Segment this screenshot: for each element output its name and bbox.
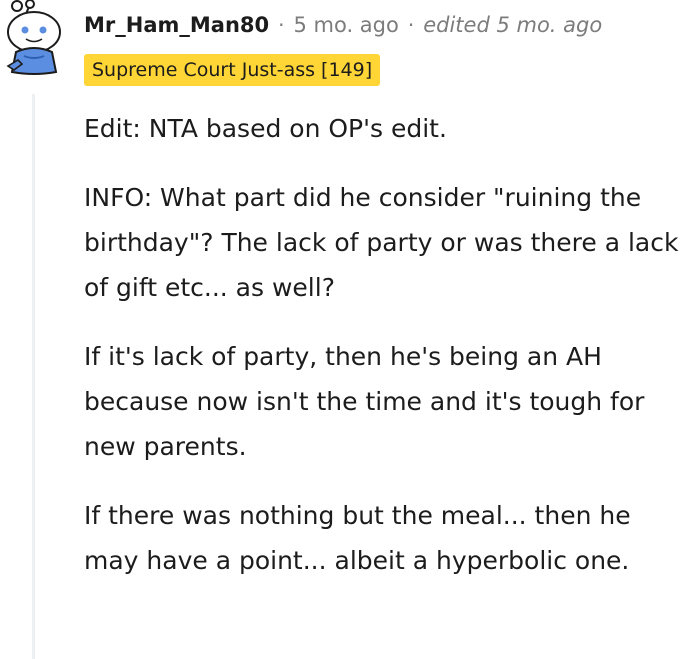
edited-label: edited 5 mo. ago <box>423 13 603 37</box>
comment-paragraph: Edit: NTA based on OP's edit. <box>84 114 447 143</box>
comment-paragraph: If it's lack of party, then he's being a… <box>84 342 645 461</box>
comment-paragraph: INFO: What part did he consider "ruining… <box>84 183 679 302</box>
meta-separator: · <box>407 13 415 37</box>
meta-separator: · <box>278 13 285 37</box>
comment-header: Mr_Ham_Man80 · 5 mo. ago · edited 5 mo. … <box>84 8 602 42</box>
comment-timestamp[interactable]: 5 mo. ago <box>293 13 398 37</box>
username-link[interactable]: Mr_Ham_Man80 <box>84 13 269 37</box>
comment: Mr_Ham_Man80 · 5 mo. ago · edited 5 mo. … <box>0 0 700 659</box>
comment-paragraph: If there was nothing but the meal... the… <box>84 501 631 575</box>
thread-collapse-line[interactable] <box>32 94 35 659</box>
user-flair-badge: Supreme Court Just-ass [149] <box>84 54 381 86</box>
user-avatar-icon[interactable] <box>4 0 68 76</box>
comment-body: Edit: NTA based on OP's edit. INFO: What… <box>84 106 684 607</box>
